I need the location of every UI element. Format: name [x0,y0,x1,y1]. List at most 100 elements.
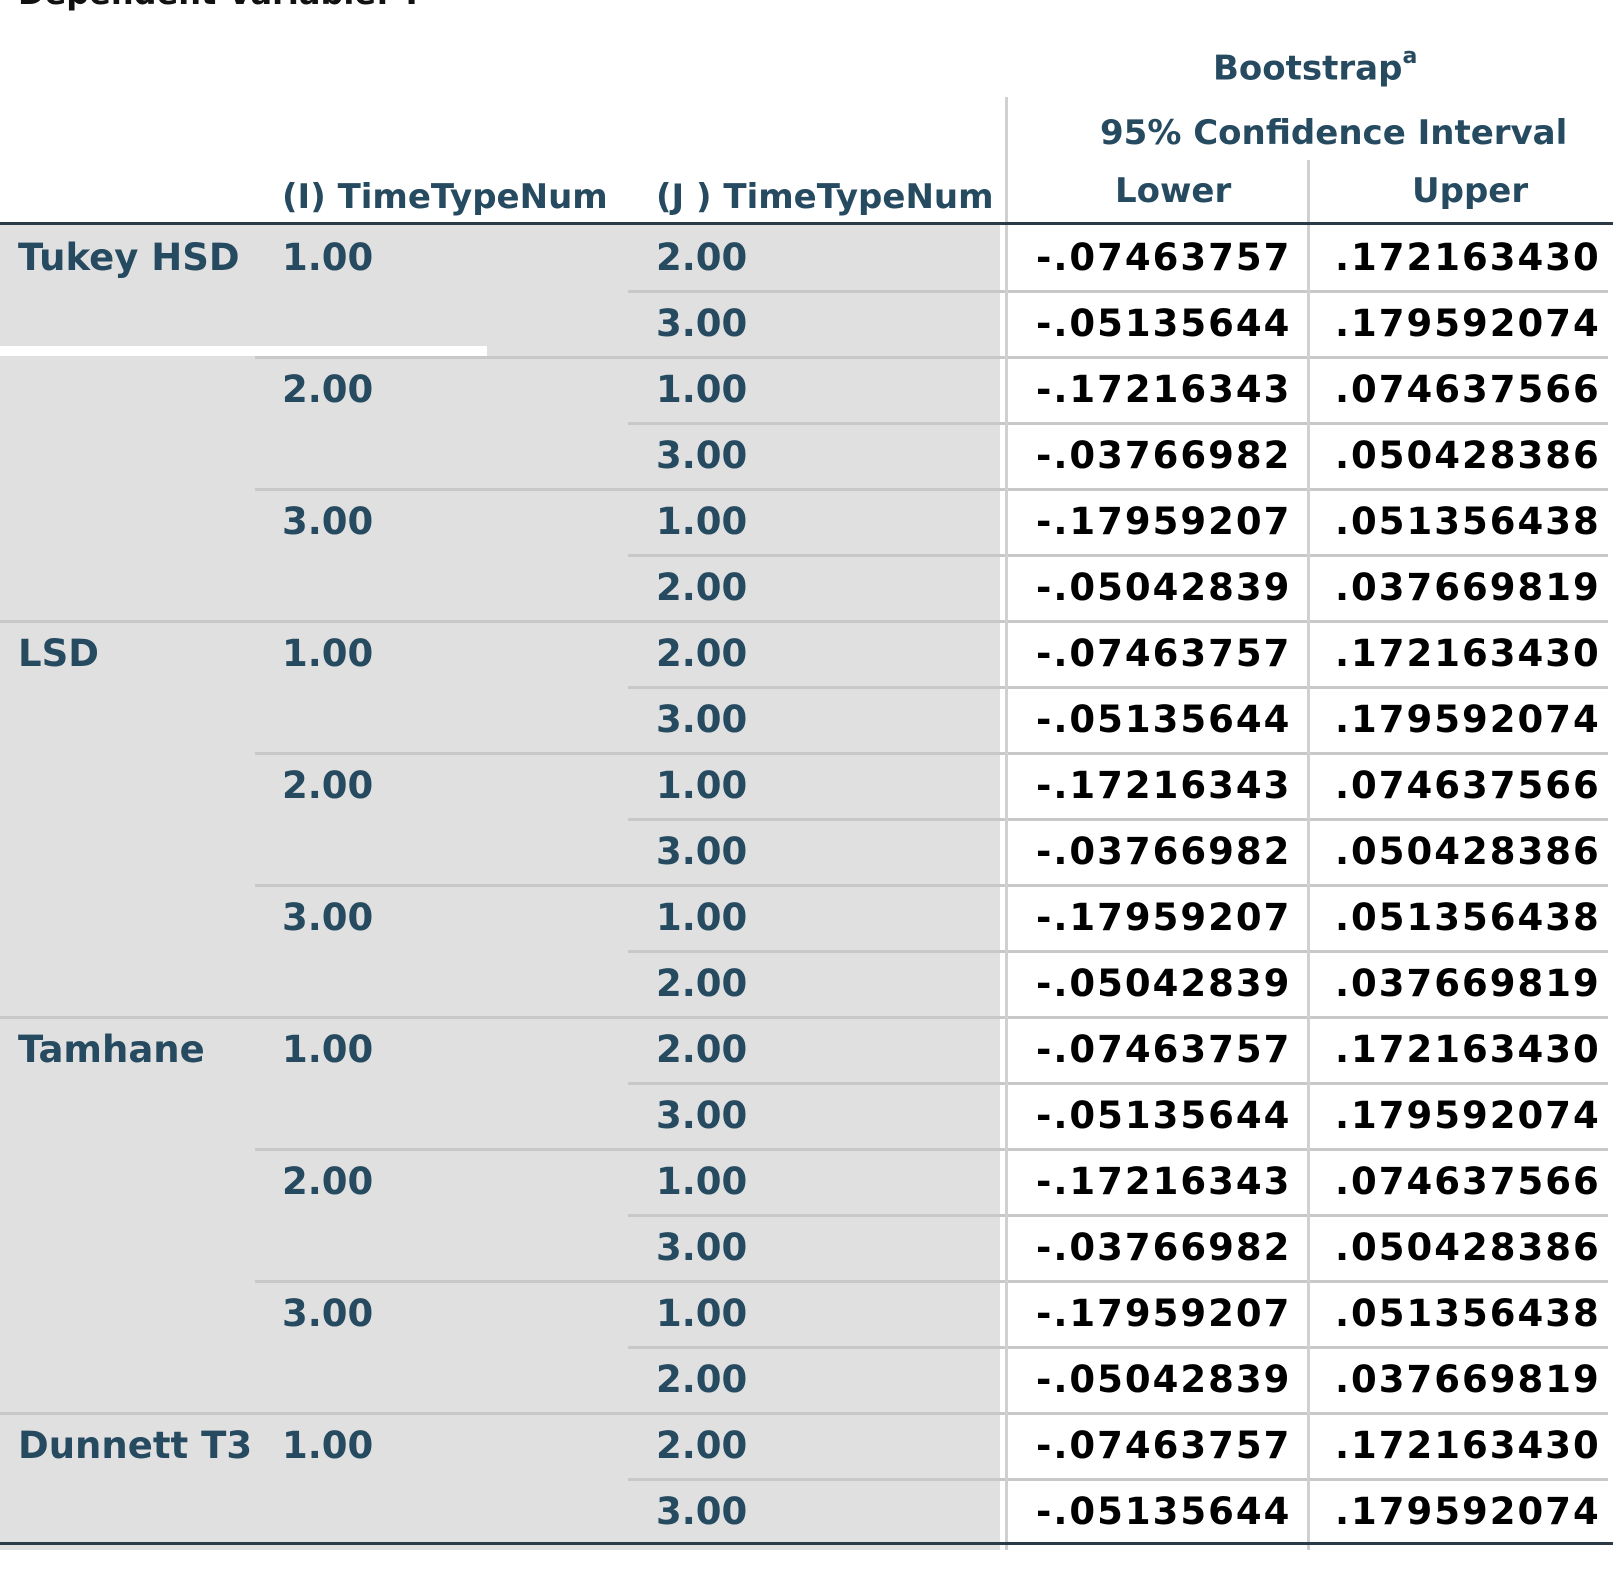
row-j-value: 3.00 [656,302,748,345]
bootstrap-label: Bootstrap [1213,48,1403,89]
row-upper-value: .050428386 [1335,434,1601,477]
row-separator [628,1214,1608,1217]
lower-header: Lower [1115,171,1232,211]
row-lower-value: -.07463757 [1036,632,1292,675]
row-i-value: 1.00 [282,1424,374,1467]
row-i-value: 2.00 [282,1160,374,1203]
row-lower-value: -.17959207 [1036,1292,1292,1335]
row-j-value: 3.00 [656,434,748,477]
row-j-value: 3.00 [656,698,748,741]
row-separator [628,1082,1608,1085]
row-lower-value: -.05135644 [1036,1094,1292,1137]
row-separator [628,818,1608,821]
row-method-label: Dunnett T3 [18,1424,253,1467]
row-upper-value: .051356438 [1335,500,1601,543]
row-j-value: 2.00 [656,1424,748,1467]
header-rule [0,222,1613,225]
row-method-label: LSD [18,632,99,675]
row-upper-value: .050428386 [1335,830,1601,873]
row-lower-value: -.05135644 [1036,302,1292,345]
row-lower-value: -.05135644 [1036,1490,1292,1533]
row-i-value: 1.00 [282,1028,374,1071]
row-separator [628,1346,1608,1349]
bootstrap-header: Bootstrapa [1213,46,1417,89]
row-i-value: 3.00 [282,896,374,939]
body-divider-lower-upper [1307,225,1310,1550]
row-lower-value: -.03766982 [1036,830,1292,873]
row-j-value: 2.00 [656,236,748,279]
row-lower-value: -.05042839 [1036,962,1292,1005]
row-i-value: 3.00 [282,1292,374,1335]
row-lower-value: -.05135644 [1036,698,1292,741]
row-upper-value: .037669819 [1335,566,1601,609]
row-upper-value: .179592074 [1335,1490,1601,1533]
row-upper-value: .179592074 [1335,1094,1601,1137]
row-upper-value: .172163430 [1335,1028,1601,1071]
row-j-value: 3.00 [656,1094,748,1137]
row-separator [255,1280,1608,1283]
row-upper-value: .074637566 [1335,368,1601,411]
row-method-label: Tukey HSD [18,236,240,279]
row-j-value: 1.00 [656,1292,748,1335]
row-separator [0,1016,1608,1019]
row-upper-value: .051356438 [1335,1292,1601,1335]
row-separator [255,752,1608,755]
row-upper-value: .037669819 [1335,1358,1601,1401]
overlay-strip [0,346,487,356]
bottom-rule [0,1542,1613,1545]
row-j-value: 2.00 [656,632,748,675]
row-j-value: 1.00 [656,1160,748,1203]
row-method-label: Tamhane [18,1028,205,1071]
row-lower-value: -.07463757 [1036,1028,1292,1071]
dependent-variable-title: Dependent Variable: Y [18,0,423,12]
upper-header: Upper [1412,171,1529,211]
row-lower-value: -.17216343 [1036,368,1292,411]
i-column-header: (I) TimeTypeNum [282,177,608,217]
row-lower-value: -.03766982 [1036,434,1292,477]
row-j-value: 1.00 [656,500,748,543]
row-i-value: 1.00 [282,632,374,675]
row-separator [0,1412,1608,1415]
row-j-value: 1.00 [656,896,748,939]
body-divider-values [1005,225,1008,1550]
post-hoc-table: Dependent Variable: Y Bootstrapa 95% Con… [0,0,1613,1573]
row-lower-value: -.05042839 [1036,566,1292,609]
row-upper-value: .172163430 [1335,1424,1601,1467]
row-upper-value: .074637566 [1335,1160,1601,1203]
row-separator [0,620,1608,623]
row-separator [628,554,1608,557]
j-column-header: (J ) TimeTypeNum [656,177,994,217]
row-lower-value: -.17959207 [1036,500,1292,543]
row-separator [628,686,1608,689]
row-lower-value: -.03766982 [1036,1226,1292,1269]
row-lower-value: -.17959207 [1036,896,1292,939]
row-upper-value: .179592074 [1335,698,1601,741]
row-lower-value: -.05042839 [1036,1358,1292,1401]
row-lower-value: -.17216343 [1036,764,1292,807]
row-upper-value: .179592074 [1335,302,1601,345]
row-j-value: 3.00 [656,830,748,873]
row-separator [255,356,1608,359]
row-separator [628,290,1608,293]
row-upper-value: .051356438 [1335,896,1601,939]
row-separator [255,884,1608,887]
row-upper-value: .172163430 [1335,632,1601,675]
row-j-value: 2.00 [656,962,748,1005]
row-upper-value: .074637566 [1335,764,1601,807]
row-j-value: 2.00 [656,566,748,609]
row-j-value: 1.00 [656,764,748,807]
row-i-value: 2.00 [282,764,374,807]
row-lower-value: -.17216343 [1036,1160,1292,1203]
header-divider-bootstrap [1005,97,1008,223]
row-upper-value: .050428386 [1335,1226,1601,1269]
row-upper-value: .037669819 [1335,962,1601,1005]
row-j-value: 3.00 [656,1226,748,1269]
row-separator [628,1478,1608,1481]
row-separator [628,422,1608,425]
row-separator [255,1148,1608,1151]
row-lower-value: -.07463757 [1036,1424,1292,1467]
confidence-interval-header: 95% Confidence Interval [1100,113,1568,153]
row-i-value: 1.00 [282,236,374,279]
row-lower-value: -.07463757 [1036,236,1292,279]
row-i-value: 3.00 [282,500,374,543]
